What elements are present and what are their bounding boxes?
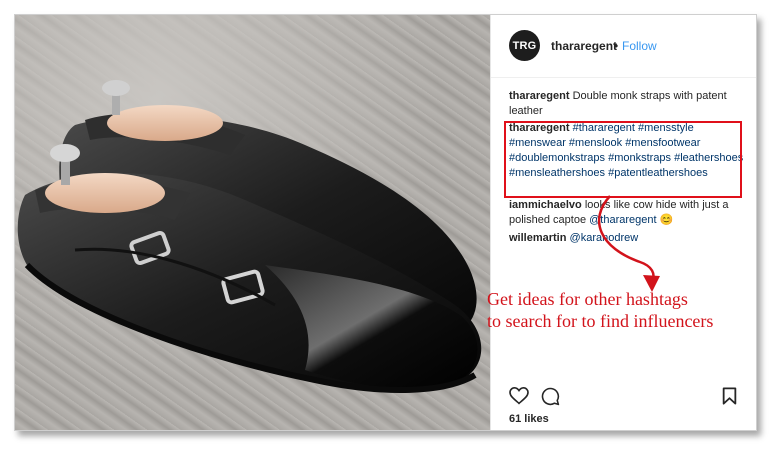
likes-count[interactable]: 61 likes	[509, 413, 549, 425]
post-caption: thararegent Double monk straps with pate…	[509, 89, 747, 119]
avatar[interactable]: TRG	[509, 30, 540, 61]
instagram-post-card: TRG thararegent • Follow thararegent Dou…	[14, 14, 757, 431]
hashtag-highlight-box	[504, 121, 742, 198]
post-side-panel: TRG thararegent • Follow thararegent Dou…	[490, 15, 756, 430]
follow-button[interactable]: Follow	[622, 39, 657, 53]
comment-username[interactable]: iammichaelvo	[509, 199, 582, 211]
smile-emoji: 😊	[659, 214, 674, 226]
post-photo	[15, 15, 490, 430]
heart-icon[interactable]	[509, 387, 529, 405]
bookmark-icon[interactable]	[722, 387, 737, 405]
caption-username[interactable]: thararegent	[509, 90, 570, 102]
mention-link[interactable]: @thararegent	[589, 214, 656, 226]
comment-item: willemartin @karanodrew	[509, 231, 745, 246]
comment-item: iammichaelvo looks like cow hide with ju…	[509, 198, 745, 228]
username-link[interactable]: thararegent	[551, 39, 617, 53]
mention-link[interactable]: @karanodrew	[570, 232, 639, 244]
annotation-text: Get ideas for other hashtags to search f…	[487, 288, 757, 332]
shoes-image	[17, 80, 482, 394]
annotation-line: to search for to find influencers	[487, 311, 714, 331]
comment-username[interactable]: willemartin	[509, 232, 566, 244]
comment-icon[interactable]	[541, 387, 560, 406]
post-header: TRG thararegent • Follow	[491, 15, 756, 78]
separator-dot: •	[614, 39, 619, 53]
annotation-line: Get ideas for other hashtags	[487, 289, 688, 309]
